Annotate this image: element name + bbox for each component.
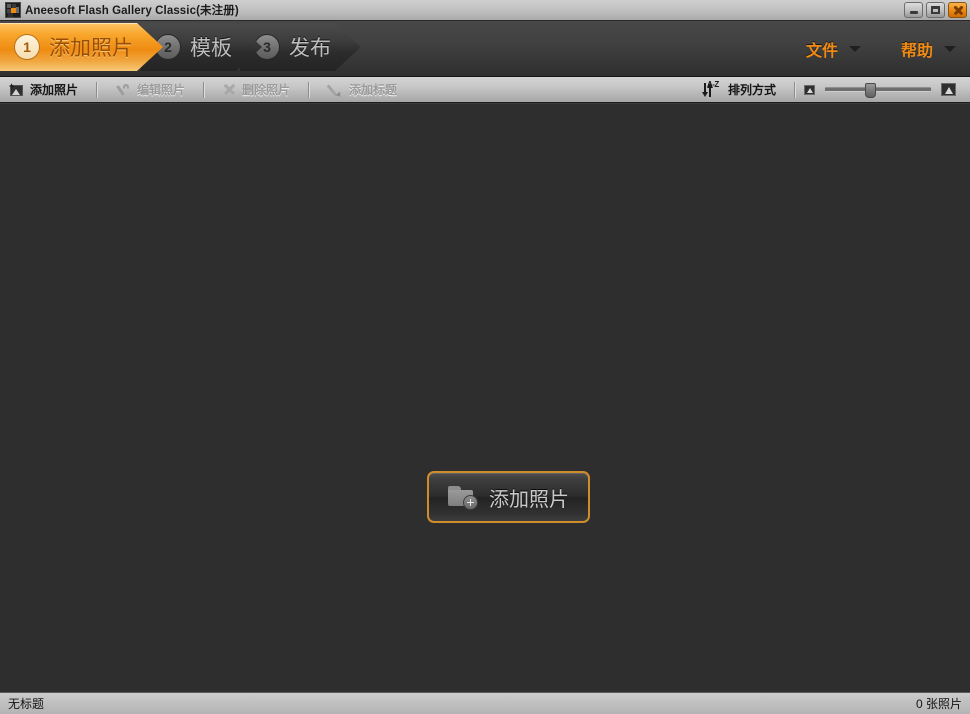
minimize-button[interactable]	[904, 2, 923, 18]
step-label: 模板	[190, 37, 232, 60]
minimize-icon	[909, 10, 918, 14]
pencil-icon	[326, 83, 343, 98]
add-photos-button[interactable]: 添加照片	[427, 471, 590, 523]
folder-add-icon	[448, 485, 478, 510]
status-photo-count: 0 张照片	[915, 697, 962, 711]
menu-help[interactable]: 帮助	[901, 37, 956, 61]
window-controls	[904, 2, 967, 18]
close-button[interactable]	[948, 2, 967, 18]
toolbar-separator	[308, 81, 311, 98]
chevron-down-icon	[848, 46, 861, 52]
toolbar-button-sort[interactable]: A-Z 排列方式	[693, 78, 786, 102]
photo-canvas[interactable]: 添加照片	[0, 103, 970, 692]
step-label: 添加照片	[49, 37, 133, 60]
title-bar: Aneesoft Flash Gallery Classic(未注册)	[0, 0, 970, 21]
toolbar-label: 排列方式	[727, 83, 776, 97]
chevron-down-icon	[944, 46, 956, 52]
step-list: 1 添加照片 2 模板 3 发布	[0, 23, 361, 75]
thumbnail-size-slider-group	[804, 82, 970, 98]
close-x-icon	[223, 83, 236, 96]
toolbar-label: 添加标题	[349, 83, 398, 97]
slider-track	[825, 87, 931, 92]
menu-help-label: 帮助	[900, 43, 933, 60]
step-label: 发布	[289, 37, 331, 60]
menu-file[interactable]: 文件	[806, 37, 861, 61]
slider-handle[interactable]	[864, 82, 876, 98]
maximize-button[interactable]	[926, 2, 945, 18]
close-icon	[953, 5, 963, 15]
status-bar: 无标题 0 张照片	[0, 692, 970, 714]
toolbar-button-delete-photo[interactable]: 删除照片	[213, 78, 300, 102]
step-item-add-photos[interactable]: 1 添加照片	[0, 23, 163, 71]
toolbar-button-add-photos[interactable]: + 添加照片	[0, 78, 88, 102]
sort-az-icon: A-Z	[701, 80, 722, 98]
toolbar-separator	[96, 81, 99, 98]
application-window: Aneesoft Flash Gallery Classic(未注册) 1 添加…	[0, 0, 970, 714]
toolbar-label: 添加照片	[30, 83, 79, 97]
large-thumbnail-icon[interactable]	[941, 83, 956, 96]
toolbar-label: 删除照片	[242, 83, 291, 97]
menu-file-label: 文件	[805, 43, 838, 60]
wrench-icon	[116, 83, 131, 97]
maximize-icon	[931, 6, 940, 14]
step-navigation-bar: 1 添加照片 2 模板 3 发布 文件 帮助	[0, 21, 970, 77]
add-photo-icon: +	[9, 81, 24, 97]
small-thumbnail-icon[interactable]	[804, 84, 815, 95]
step-number-badge: 1	[14, 34, 40, 60]
add-photos-button-label: 添加照片	[489, 488, 569, 511]
app-mosaic-icon	[5, 2, 21, 18]
toolbar: + 添加照片 编辑照片 删除照片 添加标题 A-Z 排列方式	[0, 77, 970, 103]
toolbar-button-add-caption[interactable]: 添加标题	[318, 78, 407, 102]
window-title: Aneesoft Flash Gallery Classic(未注册)	[25, 5, 239, 17]
toolbar-separator	[203, 81, 206, 98]
nav-menu-group: 文件 帮助	[806, 21, 956, 77]
thumbnail-size-slider[interactable]	[825, 82, 931, 98]
toolbar-button-edit-photo[interactable]: 编辑照片	[106, 78, 195, 102]
status-document-title: 无标题	[8, 697, 45, 711]
toolbar-label: 编辑照片	[137, 83, 186, 97]
toolbar-separator	[794, 81, 796, 98]
